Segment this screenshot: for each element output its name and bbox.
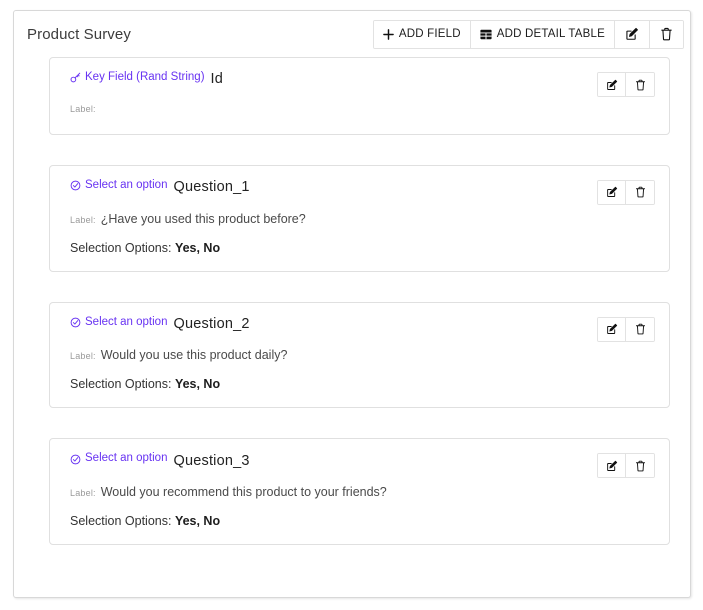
key-icon (70, 72, 81, 83)
table-icon (480, 29, 492, 40)
field-label-key: Label: (70, 488, 96, 498)
panel-action-group: ADD FIELD ADD DETAIL TABLE (372, 19, 684, 49)
edit-field-button[interactable] (598, 180, 626, 204)
trash-icon (635, 186, 646, 198)
field-options-key: Selection Options: (70, 240, 172, 255)
edit-field-button[interactable] (598, 317, 626, 341)
field-card[interactable]: Select an option Question_1 Label: ¿Have… (49, 164, 670, 272)
field-label-key: Label: (70, 351, 96, 362)
add-detail-table-button[interactable]: ADD DETAIL TABLE (470, 20, 615, 48)
field-type: Select an option (70, 178, 168, 192)
delete-field-button[interactable] (626, 73, 654, 96)
app-root: Product Survey ADD FIELD ADD DETAIL TABL… (0, 0, 703, 610)
field-card-actions (597, 72, 655, 97)
delete-field-button[interactable] (626, 454, 654, 478)
field-options-row: Selection Options: Yes, No (70, 514, 653, 528)
field-card[interactable]: Select an option Question_3 Label: Would… (49, 438, 670, 545)
check-circle-icon (70, 180, 81, 191)
delete-field-button[interactable] (626, 180, 654, 204)
field-type-label: Select an option (85, 315, 168, 328)
edit-icon (606, 186, 618, 198)
trash-icon (635, 460, 646, 472)
field-label-value: ¿Have you used this product before? (100, 211, 306, 226)
field-header: Select an option Question_2 (70, 315, 653, 332)
page-title: Product Survey (27, 25, 131, 43)
edit-icon (625, 27, 639, 41)
add-detail-table-label: ADD DETAIL TABLE (496, 28, 605, 40)
edit-field-button[interactable] (598, 454, 626, 478)
field-label-value: Would you use this product daily? (100, 348, 288, 363)
field-type: Select an option (70, 315, 168, 329)
field-options-value: Yes, No (174, 377, 221, 392)
add-field-label: ADD FIELD (398, 28, 461, 40)
delete-field-button[interactable] (626, 317, 654, 341)
field-label-row: Label: (70, 104, 653, 114)
field-options-value: Yes, No (174, 240, 221, 255)
edit-icon (606, 323, 618, 335)
field-options-value: Yes, No (174, 514, 221, 528)
field-label-row: Label: Would you use this product daily? (70, 348, 653, 362)
delete-entity-button[interactable] (650, 20, 683, 48)
field-card-actions (597, 179, 655, 205)
field-name: Question_2 (173, 315, 250, 332)
field-name: Question_3 (173, 452, 250, 469)
field-card-actions (597, 453, 655, 479)
field-label-value: Would you recommend this product to your… (100, 485, 387, 499)
check-circle-icon (70, 317, 81, 328)
field-name: Question_1 (173, 179, 250, 195)
check-circle-icon (70, 454, 81, 465)
field-label-key: Label: (70, 103, 96, 114)
field-label-key: Label: (70, 214, 96, 225)
field-name: Id (210, 71, 224, 88)
edit-field-button[interactable] (598, 73, 626, 96)
field-options-key: Selection Options: (70, 514, 172, 528)
field-options-key: Selection Options: (70, 377, 172, 392)
field-card-actions (597, 316, 655, 342)
field-header: Select an option Question_1 (70, 178, 653, 195)
field-type-label: Select an option (85, 452, 168, 465)
field-options-row: Selection Options: Yes, No (70, 241, 653, 255)
field-card[interactable]: Select an option Question_2 Label: Would… (49, 301, 670, 409)
field-list: Key Field (Rand String) Id Label: Select… (14, 57, 690, 545)
field-type-label: Key Field (Rand String) (85, 71, 205, 83)
field-type-label: Select an option (85, 178, 168, 191)
trash-icon (660, 27, 673, 41)
entity-panel: Product Survey ADD FIELD ADD DETAIL TABL… (13, 10, 691, 598)
trash-icon (635, 79, 646, 91)
edit-icon (606, 460, 618, 472)
add-field-button[interactable]: ADD FIELD (373, 20, 471, 48)
edit-entity-button[interactable] (615, 20, 650, 48)
field-type: Select an option (70, 453, 167, 465)
edit-icon (606, 79, 618, 91)
panel-header: Product Survey ADD FIELD ADD DETAIL TABL… (14, 11, 690, 57)
field-options-row: Selection Options: Yes, No (70, 377, 653, 391)
field-type: Key Field (Rand String) (70, 71, 205, 84)
field-label-row: Label: ¿Have you used this product befor… (70, 212, 653, 226)
field-header: Select an option Question_3 (70, 453, 653, 468)
field-card[interactable]: Key Field (Rand String) Id Label: (49, 57, 670, 135)
field-header: Key Field (Rand String) Id (70, 71, 653, 88)
plus-icon (383, 28, 394, 40)
field-label-row: Label: Would you recommend this product … (70, 485, 653, 499)
trash-icon (635, 323, 646, 335)
